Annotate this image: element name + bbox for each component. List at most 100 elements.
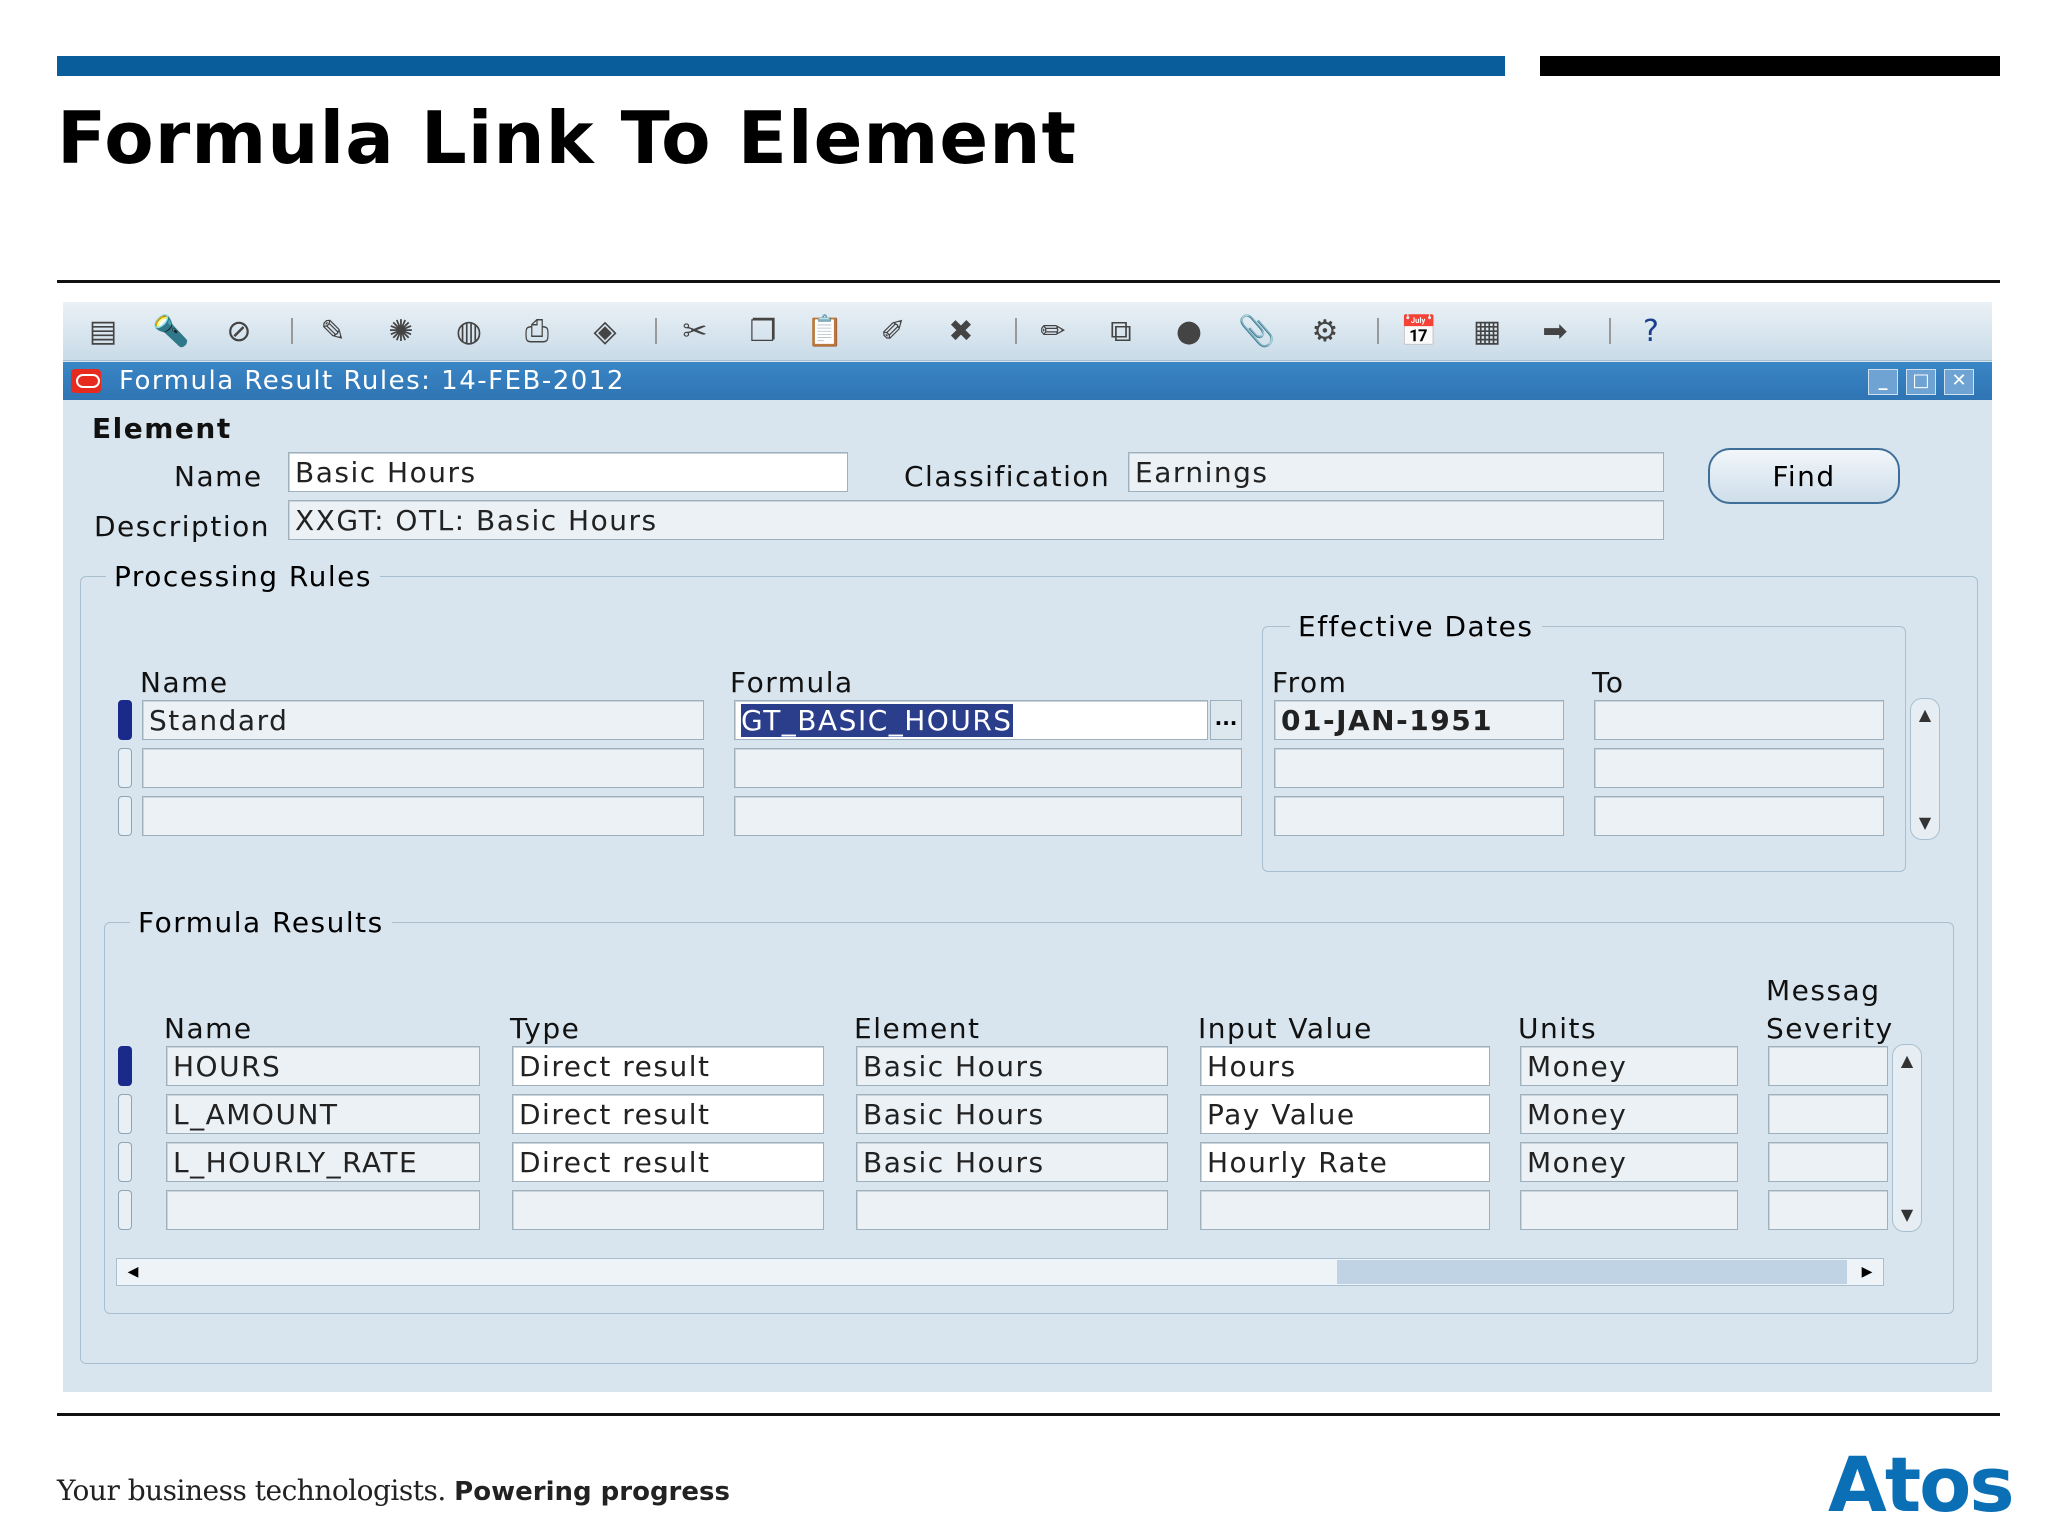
rule-name-field[interactable]: Standard bbox=[142, 700, 704, 740]
results-horizontal-scrollbar[interactable]: ◀ ▶ bbox=[116, 1258, 1884, 1286]
paste-icon[interactable]: 📋 bbox=[805, 314, 845, 350]
rule-name-field[interactable] bbox=[142, 796, 704, 836]
rule-formula-field[interactable] bbox=[734, 748, 1242, 788]
result-severity-field[interactable] bbox=[1768, 1046, 1888, 1086]
result-type-field[interactable]: Direct result bbox=[512, 1094, 824, 1134]
result-type-field[interactable]: Direct result bbox=[512, 1046, 824, 1086]
toolbar-separator bbox=[1015, 318, 1017, 344]
row-indicator[interactable] bbox=[118, 1094, 132, 1134]
result-input-value-field[interactable]: Hourly Rate bbox=[1200, 1142, 1490, 1182]
bottom-rule bbox=[57, 1413, 2000, 1416]
row-indicator[interactable] bbox=[118, 1046, 132, 1086]
result-type-header: Type bbox=[510, 1012, 581, 1045]
edit-field-icon[interactable]: ✏ bbox=[1033, 314, 1073, 350]
result-name-field[interactable]: L_HOURLY_RATE bbox=[166, 1142, 480, 1182]
save-icon[interactable]: ✎ bbox=[313, 314, 353, 350]
navigator-icon[interactable]: ⊘ bbox=[219, 314, 259, 350]
result-input-value-header: Input Value bbox=[1198, 1012, 1373, 1045]
rules-vertical-scrollbar[interactable]: ▲ ▼ bbox=[1910, 698, 1940, 840]
rule-from-header: From bbox=[1272, 666, 1348, 699]
name-label: Name bbox=[174, 460, 263, 493]
scroll-right-icon[interactable]: ▶ bbox=[1855, 1259, 1879, 1285]
result-name-field[interactable]: HOURS bbox=[166, 1046, 480, 1086]
maximize-icon[interactable]: □ bbox=[1906, 369, 1936, 395]
result-input-value-field[interactable]: Pay Value bbox=[1200, 1094, 1490, 1134]
row-indicator[interactable] bbox=[118, 1142, 132, 1182]
classification-label: Classification bbox=[904, 460, 1111, 493]
scroll-left-icon[interactable]: ◀ bbox=[121, 1259, 145, 1285]
new-icon[interactable]: ▤ bbox=[83, 314, 123, 350]
scroll-down-icon[interactable]: ▼ bbox=[1911, 809, 1939, 837]
toolbar-separator bbox=[1377, 318, 1379, 344]
attachments-icon[interactable]: 📎 bbox=[1237, 314, 1277, 350]
rule-from-field[interactable]: 01-JAN-1951 bbox=[1274, 700, 1564, 740]
find-icon[interactable]: 🔦 bbox=[151, 314, 191, 350]
minimize-icon[interactable]: _ bbox=[1868, 369, 1898, 395]
result-input-value-field[interactable]: Hours bbox=[1200, 1046, 1490, 1086]
find-button[interactable]: Find bbox=[1708, 448, 1900, 504]
result-element-field[interactable]: Basic Hours bbox=[856, 1046, 1168, 1086]
result-severity-field[interactable] bbox=[1768, 1190, 1888, 1230]
copy-icon[interactable]: ❐ bbox=[743, 314, 783, 350]
result-element-field[interactable] bbox=[856, 1190, 1168, 1230]
rule-formula-header: Formula bbox=[730, 666, 854, 699]
result-type-field[interactable] bbox=[512, 1190, 824, 1230]
result-units-field[interactable]: Money bbox=[1520, 1046, 1738, 1086]
result-element-field[interactable]: Basic Hours bbox=[856, 1094, 1168, 1134]
description-field[interactable]: XXGT: OTL: Basic Hours bbox=[288, 500, 1664, 540]
rule-formula-field[interactable] bbox=[734, 796, 1242, 836]
result-type-field[interactable]: Direct result bbox=[512, 1142, 824, 1182]
oracle-icon bbox=[71, 369, 101, 393]
next-step-icon[interactable]: ✺ bbox=[381, 314, 421, 350]
effective-dates-title: Effective Dates bbox=[1290, 610, 1542, 643]
cut-icon[interactable]: ✂ bbox=[675, 314, 715, 350]
result-name-field[interactable] bbox=[166, 1190, 480, 1230]
results-vertical-scrollbar[interactable]: ▲ ▼ bbox=[1892, 1044, 1922, 1232]
print-icon[interactable]: ⎙ bbox=[517, 314, 557, 350]
delete-icon[interactable]: ✖ bbox=[941, 314, 981, 350]
rule-to-field[interactable] bbox=[1594, 796, 1884, 836]
row-indicator[interactable] bbox=[118, 1190, 132, 1230]
toolbar-separator bbox=[655, 318, 657, 344]
row-indicator[interactable] bbox=[118, 796, 132, 836]
window-icon[interactable]: ▦ bbox=[1467, 314, 1507, 350]
toolbar: ▤ 🔦 ⊘ ✎ ✺ ◍ ⎙ ◈ ✂ ❐ 📋 ✐ ✖ ✏ ⧉ ● 📎 ⚙ 📅 ▦ … bbox=[63, 302, 1992, 361]
clear-record-icon[interactable]: ✐ bbox=[873, 314, 913, 350]
result-name-field[interactable]: L_AMOUNT bbox=[166, 1094, 480, 1134]
translations-icon[interactable]: ● bbox=[1169, 314, 1209, 350]
result-units-field[interactable]: Money bbox=[1520, 1094, 1738, 1134]
result-units-field[interactable]: Money bbox=[1520, 1142, 1738, 1182]
folder-tools-icon[interactable]: ⚙ bbox=[1305, 314, 1345, 350]
rule-name-header: Name bbox=[140, 666, 229, 699]
close-form-icon[interactable]: ◈ bbox=[585, 314, 625, 350]
scroll-up-icon[interactable]: ▲ bbox=[1911, 701, 1939, 729]
result-units-field[interactable] bbox=[1520, 1190, 1738, 1230]
horizontal-scroll-thumb[interactable] bbox=[1337, 1260, 1847, 1284]
scroll-down-icon[interactable]: ▼ bbox=[1893, 1201, 1921, 1229]
result-element-field[interactable]: Basic Hours bbox=[856, 1142, 1168, 1182]
element-name-field[interactable]: Basic Hours bbox=[288, 452, 848, 492]
rule-to-field[interactable] bbox=[1594, 748, 1884, 788]
navigate-icon[interactable]: ➡ bbox=[1535, 314, 1575, 350]
classification-field[interactable]: Earnings bbox=[1128, 452, 1664, 492]
rule-name-field[interactable] bbox=[142, 748, 704, 788]
calendar-icon[interactable]: 📅 bbox=[1399, 314, 1439, 350]
result-message-header: Messag bbox=[1766, 974, 1881, 1007]
row-indicator[interactable] bbox=[118, 748, 132, 788]
formula-lov-button[interactable]: ... bbox=[1210, 700, 1242, 740]
rule-to-field[interactable] bbox=[1594, 700, 1884, 740]
header-blue-bar bbox=[57, 56, 1505, 76]
scroll-up-icon[interactable]: ▲ bbox=[1893, 1047, 1921, 1075]
result-input-value-field[interactable] bbox=[1200, 1190, 1490, 1230]
help-icon[interactable]: ? bbox=[1631, 314, 1671, 350]
switch-responsibility-icon[interactable]: ◍ bbox=[449, 314, 489, 350]
zoom-icon[interactable]: ⧉ bbox=[1101, 314, 1141, 350]
formula-results-title: Formula Results bbox=[130, 906, 392, 939]
rule-from-field[interactable] bbox=[1274, 748, 1564, 788]
rule-formula-field[interactable]: GT_BASIC_HOURS bbox=[734, 700, 1208, 740]
result-severity-field[interactable] bbox=[1768, 1142, 1888, 1182]
close-icon[interactable]: ✕ bbox=[1944, 369, 1974, 395]
row-indicator[interactable] bbox=[118, 700, 132, 740]
result-severity-field[interactable] bbox=[1768, 1094, 1888, 1134]
rule-from-field[interactable] bbox=[1274, 796, 1564, 836]
